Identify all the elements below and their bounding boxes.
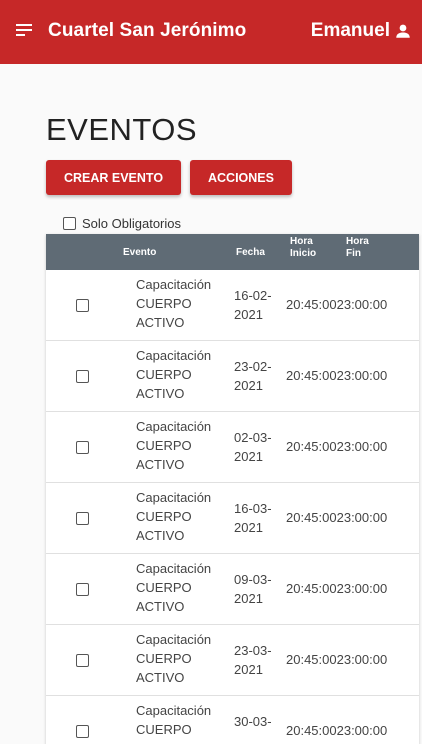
event-times: 20:45:0023:00:00 <box>286 723 387 738</box>
event-times: 20:45:0023:00:00 <box>286 439 387 454</box>
row-checkbox[interactable] <box>76 299 89 312</box>
end-time: 23:00:00 <box>336 368 388 383</box>
table-row[interactable]: Capacitación CUERPO ACTIVO 09-03-2021 20… <box>46 554 419 625</box>
event-name: Capacitación CUERPO ACTIVO <box>136 490 212 543</box>
event-date: 23-03-2021 <box>234 643 272 677</box>
event-date: 30-03- <box>234 714 272 729</box>
event-name: Capacitación CUERPO ACTIVO <box>136 419 212 472</box>
mandatory-only-filter[interactable]: Solo Obligatorios <box>63 216 181 231</box>
row-checkbox[interactable] <box>76 583 89 596</box>
start-time: 20:45:00 <box>286 510 337 525</box>
menu-icon[interactable] <box>16 24 32 40</box>
row-checkbox[interactable] <box>76 370 89 383</box>
user-menu[interactable]: Emanuel <box>311 20 412 42</box>
start-time: 20:45:00 <box>286 723 337 738</box>
actions-button[interactable]: ACCIONES <box>190 160 292 195</box>
end-time: 23:00:00 <box>336 510 388 525</box>
end-time: 23:00:00 <box>336 297 388 312</box>
event-times: 20:45:0023:00:00 <box>286 510 387 525</box>
table-row[interactable]: Capacitación CUERPO ACTIVO 23-02-2021 20… <box>46 341 419 412</box>
event-times: 20:45:0023:00:00 <box>286 368 387 383</box>
event-name: Capacitación CUERPO ACTIVO <box>136 348 212 401</box>
mandatory-only-checkbox[interactable] <box>63 217 76 230</box>
table-row[interactable]: Capacitación CUERPO ACTIVO 23-03-2021 20… <box>46 625 419 696</box>
event-name: Capacitación CUERPO ACTIVO <box>136 277 212 330</box>
end-time: 23:00:00 <box>336 652 388 667</box>
column-header-hora-inicio[interactable]: Hora Inicio <box>290 236 320 260</box>
event-name: Capacitación CUERPO ACTIVO <box>136 561 212 614</box>
user-icon <box>396 24 410 38</box>
event-date: 02-03-2021 <box>234 430 272 464</box>
row-checkbox[interactable] <box>76 654 89 667</box>
page-title: EVENTOS <box>46 112 198 147</box>
row-checkbox[interactable] <box>76 725 89 738</box>
app-title: Cuartel San Jerónimo <box>48 20 247 41</box>
end-time: 23:00:00 <box>336 723 388 738</box>
start-time: 20:45:00 <box>286 439 337 454</box>
mandatory-only-label: Solo Obligatorios <box>82 216 181 231</box>
column-header-evento[interactable]: Evento <box>123 247 156 259</box>
event-times: 20:45:0023:00:00 <box>286 581 387 596</box>
table-row[interactable]: Capacitación CUERPO 30-03- 20:45:0023:00… <box>46 696 419 744</box>
column-header-fecha[interactable]: Fecha <box>236 247 265 259</box>
table-row[interactable]: Capacitación CUERPO ACTIVO 02-03-2021 20… <box>46 412 419 483</box>
start-time: 20:45:00 <box>286 652 337 667</box>
row-checkbox[interactable] <box>76 441 89 454</box>
top-app-bar: Cuartel San Jerónimo Emanuel <box>0 0 422 64</box>
start-time: 20:45:00 <box>286 297 337 312</box>
events-table: Evento Fecha Hora Inicio Hora Fin Capaci… <box>46 234 419 744</box>
event-name: Capacitación CUERPO <box>136 703 212 737</box>
end-time: 23:00:00 <box>336 581 388 596</box>
start-time: 20:45:00 <box>286 368 337 383</box>
table-row[interactable]: Capacitación CUERPO ACTIVO 16-02-2021 20… <box>46 270 419 341</box>
create-event-button[interactable]: CREAR EVENTO <box>46 160 181 195</box>
start-time: 20:45:00 <box>286 581 337 596</box>
column-header-hora-fin[interactable]: Hora Fin <box>346 236 376 260</box>
user-name: Emanuel <box>310 20 390 41</box>
event-name: Capacitación CUERPO ACTIVO <box>136 632 212 685</box>
event-times: 20:45:0023:00:00 <box>286 297 387 312</box>
end-time: 23:00:00 <box>336 439 388 454</box>
table-header: Evento Fecha Hora Inicio Hora Fin <box>46 234 419 270</box>
event-date: 16-03-2021 <box>234 501 272 535</box>
event-date: 16-02-2021 <box>234 288 272 322</box>
event-date: 23-02-2021 <box>234 359 272 393</box>
row-checkbox[interactable] <box>76 512 89 525</box>
event-date: 09-03-2021 <box>234 572 272 606</box>
table-row[interactable]: Capacitación CUERPO ACTIVO 16-03-2021 20… <box>46 483 419 554</box>
event-times: 20:45:0023:00:00 <box>286 652 387 667</box>
